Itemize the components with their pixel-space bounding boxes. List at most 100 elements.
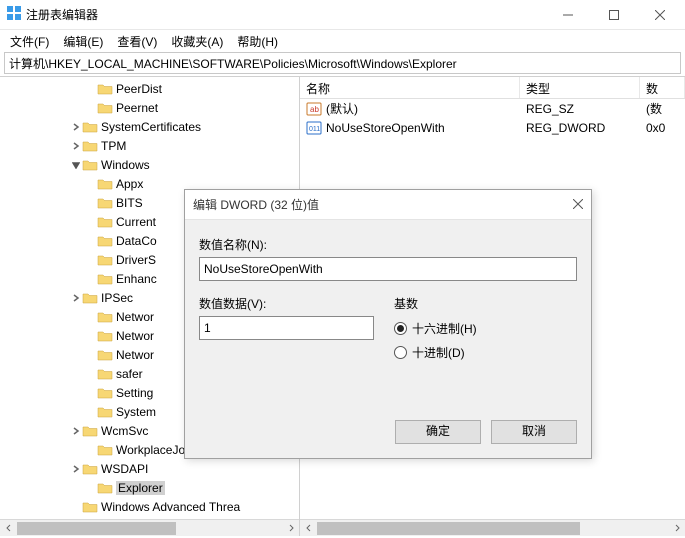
- tree-item-label: Explorer: [116, 481, 165, 495]
- tree-item-label: SystemCertificates: [101, 120, 201, 134]
- folder-icon: [97, 443, 113, 457]
- window-titlebar: 注册表编辑器: [0, 0, 685, 30]
- tree-item[interactable]: TPM: [0, 136, 299, 155]
- chevron-right-icon[interactable]: [70, 294, 82, 302]
- value-name-input[interactable]: [199, 257, 577, 281]
- menu-help[interactable]: 帮助(H): [231, 31, 284, 52]
- string-value-icon: ab: [306, 101, 322, 117]
- tree-item[interactable]: PeerDist: [0, 79, 299, 98]
- tree-item-label: BITS: [116, 196, 143, 210]
- column-header-data[interactable]: 数: [640, 77, 685, 98]
- folder-icon: [97, 329, 113, 343]
- folder-icon: [82, 462, 98, 476]
- tree-item-label: IPSec: [101, 291, 133, 305]
- base-group-label: 基数: [394, 295, 577, 312]
- scroll-track[interactable]: [317, 520, 668, 537]
- folder-icon: [97, 177, 113, 191]
- folder-icon: [82, 424, 98, 438]
- tree-item-label: Peernet: [116, 101, 158, 115]
- maximize-button[interactable]: [591, 0, 637, 30]
- menu-favorites[interactable]: 收藏夹(A): [165, 31, 229, 52]
- window-title: 注册表编辑器: [22, 6, 545, 23]
- dialog-body: 数值名称(N): 数值数据(V): 基数 十六进制(H): [185, 220, 591, 410]
- dialog-close-button[interactable]: [573, 198, 583, 212]
- ok-button[interactable]: 确定: [395, 420, 481, 444]
- list-body[interactable]: ab(默认)REG_SZ(数011NoUseStoreOpenWithREG_D…: [300, 99, 685, 137]
- tree-item[interactable]: Windows Advanced Threa: [0, 497, 299, 516]
- regedit-app-icon: [6, 5, 22, 24]
- svg-text:ab: ab: [310, 105, 319, 114]
- folder-icon: [82, 500, 98, 514]
- tree-item-label: Windows: [101, 158, 150, 172]
- folder-icon: [97, 481, 113, 495]
- value-name: NoUseStoreOpenWith: [326, 121, 445, 135]
- folder-icon: [97, 272, 113, 286]
- value-data-label: 数值数据(V):: [199, 295, 374, 312]
- cancel-button[interactable]: 取消: [491, 420, 577, 444]
- menu-file[interactable]: 文件(F): [4, 31, 55, 52]
- folder-icon: [97, 367, 113, 381]
- value-name: (默认): [326, 100, 358, 117]
- tree-item-label: Enhanc: [116, 272, 157, 286]
- radio-hex[interactable]: 十六进制(H): [394, 316, 577, 340]
- folder-icon: [97, 234, 113, 248]
- chevron-right-icon[interactable]: [70, 427, 82, 435]
- chevron-right-icon[interactable]: [70, 123, 82, 131]
- scroll-right-arrow-icon[interactable]: [668, 520, 685, 537]
- folder-icon: [82, 120, 98, 134]
- folder-icon: [97, 348, 113, 362]
- chevron-right-icon[interactable]: [70, 142, 82, 150]
- radio-selected-icon: [394, 322, 407, 335]
- dialog-titlebar: 编辑 DWORD (32 位)值: [185, 190, 591, 220]
- folder-icon: [97, 310, 113, 324]
- tree-item-label: WcmSvc: [101, 424, 148, 438]
- tree-item[interactable]: Explorer: [0, 478, 299, 497]
- minimize-button[interactable]: [545, 0, 591, 30]
- menu-edit[interactable]: 编辑(E): [57, 31, 109, 52]
- list-row[interactable]: 011NoUseStoreOpenWithREG_DWORD0x0: [300, 118, 685, 137]
- value-data-input[interactable]: [199, 316, 374, 340]
- address-bar[interactable]: 计算机\HKEY_LOCAL_MACHINE\SOFTWARE\Policies…: [4, 52, 681, 74]
- tree-horizontal-scrollbar[interactable]: [0, 519, 299, 536]
- dialog-title: 编辑 DWORD (32 位)值: [193, 196, 573, 213]
- tree-item-label: System: [116, 405, 156, 419]
- scroll-left-arrow-icon[interactable]: [300, 520, 317, 537]
- list-row[interactable]: ab(默认)REG_SZ(数: [300, 99, 685, 118]
- tree-item-label: WorkplaceJoin: [116, 443, 194, 457]
- tree-item-label: TPM: [101, 139, 126, 153]
- list-horizontal-scrollbar[interactable]: [300, 519, 685, 536]
- tree-item[interactable]: Peernet: [0, 98, 299, 117]
- folder-icon: [97, 101, 113, 115]
- value-type: REG_SZ: [520, 102, 640, 116]
- scroll-left-arrow-icon[interactable]: [0, 520, 17, 537]
- list-header: 名称 类型 数: [300, 77, 685, 99]
- edit-dword-dialog: 编辑 DWORD (32 位)值 数值名称(N): 数值数据(V): 基数 十六…: [184, 189, 592, 459]
- scroll-thumb[interactable]: [17, 522, 176, 535]
- chevron-right-icon[interactable]: [70, 465, 82, 473]
- column-header-type[interactable]: 类型: [520, 77, 640, 98]
- svg-text:011: 011: [309, 126, 320, 133]
- folder-icon: [82, 139, 98, 153]
- folder-icon: [97, 82, 113, 96]
- radio-unselected-icon: [394, 346, 407, 359]
- scroll-thumb[interactable]: [317, 522, 580, 535]
- chevron-down-icon[interactable]: [70, 161, 82, 169]
- column-header-name[interactable]: 名称: [300, 77, 520, 98]
- base-radio-group: 十六进制(H) 十进制(D): [394, 316, 577, 364]
- value-type: REG_DWORD: [520, 121, 640, 135]
- folder-icon: [97, 253, 113, 267]
- radio-dec[interactable]: 十进制(D): [394, 340, 577, 364]
- content-split: PeerDist Peernet SystemCertificates TPM Wind…: [0, 76, 685, 536]
- tree-item[interactable]: WSDAPI: [0, 459, 299, 478]
- tree-item[interactable]: Windows: [0, 155, 299, 174]
- scroll-right-arrow-icon[interactable]: [282, 520, 299, 537]
- tree-item[interactable]: SystemCertificates: [0, 117, 299, 136]
- menu-view[interactable]: 查看(V): [111, 31, 163, 52]
- close-button[interactable]: [637, 0, 683, 30]
- menubar: 文件(F) 编辑(E) 查看(V) 收藏夹(A) 帮助(H): [0, 30, 685, 52]
- tree-item-label: Networ: [116, 329, 154, 343]
- scroll-track[interactable]: [17, 520, 282, 537]
- tree-item-label: PeerDist: [116, 82, 162, 96]
- radio-dec-label: 十进制(D): [412, 344, 465, 361]
- binary-value-icon: 011: [306, 120, 322, 136]
